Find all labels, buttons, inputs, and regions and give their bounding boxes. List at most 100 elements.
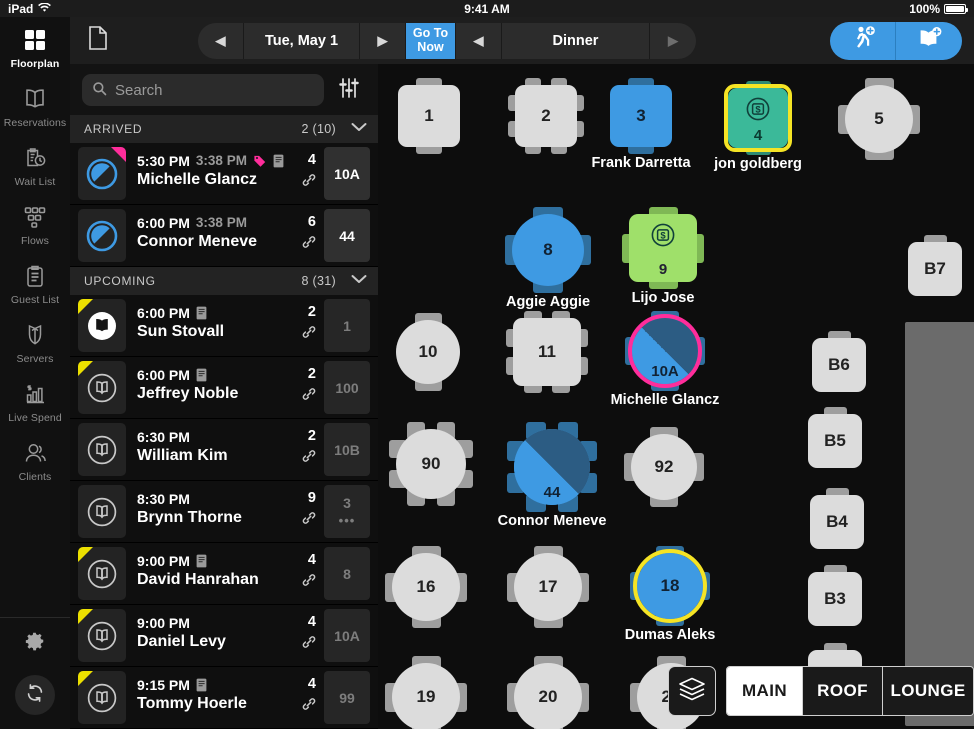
reservation-status-icon[interactable] — [78, 361, 126, 414]
date-prev-button[interactable]: ◀ — [198, 23, 244, 59]
floorplan-table[interactable]: 20 — [514, 663, 582, 729]
party-size: 4 — [286, 552, 316, 568]
add-walk-in-button[interactable] — [830, 22, 896, 60]
reservation-row[interactable]: 6:00 PMSun Stovall21 — [70, 295, 378, 357]
floorplan-table[interactable]: B7 — [908, 242, 962, 296]
reservation-row[interactable]: 9:00 PMDavid Hanrahan48 — [70, 543, 378, 605]
floorplan-table[interactable]: 18Dumas Aleks — [637, 553, 703, 619]
top-toolbar: ◀ Tue, May 1 ▶ Go To Now ◀ Dinner ▶ — [70, 17, 974, 64]
assigned-table-label: 10A — [334, 166, 360, 182]
room-tab-main[interactable]: MAIN — [727, 667, 803, 715]
floorplan-table[interactable]: B6 — [812, 338, 866, 392]
reservation-status-icon[interactable] — [78, 299, 126, 352]
room-tab-roof[interactable]: ROOF — [803, 667, 883, 715]
sync-button[interactable] — [15, 675, 55, 715]
chevron-down-icon[interactable] — [350, 272, 368, 290]
date-next-button[interactable]: ▶ — [360, 23, 406, 59]
floorplan-table[interactable]: 17 — [514, 553, 582, 621]
reservation-row[interactable]: 6:00 PM3:38 PMConnor Meneve644 — [70, 205, 378, 267]
assigned-table-chip[interactable]: 10B — [324, 423, 370, 476]
sidebar-item-servers[interactable]: Servers — [0, 312, 70, 371]
floorplan-table[interactable]: B5 — [808, 414, 862, 468]
floorplan-table[interactable]: 92 — [631, 434, 697, 500]
floorplan-table[interactable]: 5 — [845, 85, 913, 153]
current-meal-button[interactable]: Dinner — [502, 23, 650, 59]
reservation-time: 6:00 PM — [137, 215, 190, 231]
reservation-status-icon[interactable] — [78, 147, 126, 200]
reservation-time: 9:15 PM — [137, 677, 190, 693]
priority-corner-flag — [78, 299, 93, 314]
priority-corner-flag — [78, 609, 93, 624]
floorplan-table[interactable]: 9$Lijo Jose — [629, 214, 697, 282]
sidebar-item-floorplan[interactable]: Floorplan — [0, 17, 70, 76]
go-to-now-button[interactable]: Go To Now — [406, 23, 456, 59]
reservation-status-icon[interactable] — [78, 485, 126, 538]
floorplan-table[interactable]: 90 — [396, 429, 466, 499]
floorplan-table[interactable]: 8Aggie Aggie — [512, 214, 584, 286]
meal-prev-button[interactable]: ◀ — [456, 23, 502, 59]
reservation-group-header[interactable]: ARRIVED2 (10) — [70, 115, 378, 143]
reservation-row[interactable]: 8:30 PMBrynn Thorne93••• — [70, 481, 378, 543]
search-icon — [92, 81, 107, 100]
assigned-table-chip[interactable]: 10A — [324, 147, 370, 200]
reservation-row[interactable]: 9:00 PMDaniel Levy410A — [70, 605, 378, 667]
floorplan-table[interactable]: 10 — [396, 320, 460, 384]
sidebar-item-wait-list[interactable]: Wait List — [0, 135, 70, 194]
sidebar-item-reservations[interactable]: Reservations — [0, 76, 70, 135]
filter-button[interactable] — [328, 76, 370, 105]
reservation-meta: 4 — [286, 143, 320, 204]
reservation-row[interactable]: 6:30 PMWilliam Kim210B — [70, 419, 378, 481]
document-button[interactable] — [70, 25, 126, 56]
assigned-table-chip[interactable]: 3••• — [324, 485, 370, 538]
layers-button[interactable] — [668, 666, 716, 716]
floorplan-table[interactable]: 19 — [392, 663, 460, 729]
assigned-table-chip[interactable]: 44 — [324, 209, 370, 262]
floorplan-table[interactable]: 2 — [515, 85, 577, 147]
sidebar-item-guest-list[interactable]: Guest List — [0, 253, 70, 312]
assigned-table-chip[interactable]: 100 — [324, 361, 370, 414]
floorplan-table[interactable]: 16 — [392, 553, 460, 621]
floorplan-table[interactable]: 4$jon goldberg — [728, 88, 788, 148]
floorplan-table[interactable]: 3Frank Darretta — [610, 85, 672, 147]
battery-percent: 100% — [909, 2, 940, 16]
reservation-row[interactable]: 5:30 PM3:38 PMMichelle Glancz410A — [70, 143, 378, 205]
dollar-badge-icon: $ — [650, 222, 676, 248]
floorplan-table[interactable]: B3 — [808, 572, 862, 626]
meal-next-button[interactable]: ▶ — [650, 23, 696, 59]
clipboard-clock-icon — [21, 144, 49, 172]
floorplan-table[interactable]: 44Connor Meneve — [514, 429, 590, 505]
floorplan-canvas[interactable]: 12 3Frank Darretta 4$jon goldberg 5 8Aggie A… — [378, 64, 974, 729]
search-input[interactable]: Search — [82, 74, 324, 106]
reservation-status-icon[interactable] — [78, 423, 126, 476]
table-number: 5 — [874, 109, 883, 129]
reservation-status-icon[interactable] — [78, 671, 126, 724]
group-title: ARRIVED — [84, 122, 142, 136]
assigned-table-chip[interactable]: 8 — [324, 547, 370, 600]
settings-button[interactable] — [24, 618, 46, 675]
book-icon — [21, 85, 49, 113]
sidebar-item-clients[interactable]: Clients — [0, 430, 70, 489]
chevron-down-icon[interactable] — [350, 120, 368, 138]
reservation-status-icon[interactable] — [78, 609, 126, 662]
reservation-group-header[interactable]: UPCOMING8 (31) — [70, 267, 378, 295]
floorplan-table[interactable]: 11 — [513, 318, 581, 386]
floorplan-table[interactable]: B4 — [810, 495, 864, 549]
reservation-row[interactable]: 9:15 PMTommy Hoerle499 — [70, 667, 378, 729]
link-icon — [302, 511, 316, 525]
assigned-table-chip[interactable]: 99 — [324, 671, 370, 724]
reservation-status-icon[interactable] — [78, 209, 126, 262]
table-surface: 20 — [514, 663, 582, 729]
sidebar-item-flows[interactable]: Flows — [0, 194, 70, 253]
room-tab-lounge[interactable]: LOUNGE — [883, 667, 973, 715]
sidebar-item-live-spend[interactable]: Live Spend — [0, 371, 70, 430]
reservation-status-icon[interactable] — [78, 547, 126, 600]
dollar-badge-icon: $ — [745, 96, 771, 122]
reservation-row[interactable]: 6:00 PMJeffrey Noble2100 — [70, 357, 378, 419]
floorplan-table[interactable]: 10AMichelle Glancz — [632, 318, 698, 384]
current-date-button[interactable]: Tue, May 1 — [244, 23, 360, 59]
note-icon — [196, 368, 207, 382]
assigned-table-chip[interactable]: 10A — [324, 609, 370, 662]
assigned-table-chip[interactable]: 1 — [324, 299, 370, 352]
add-reservation-button[interactable] — [896, 22, 962, 60]
floorplan-table[interactable]: 1 — [398, 85, 460, 147]
